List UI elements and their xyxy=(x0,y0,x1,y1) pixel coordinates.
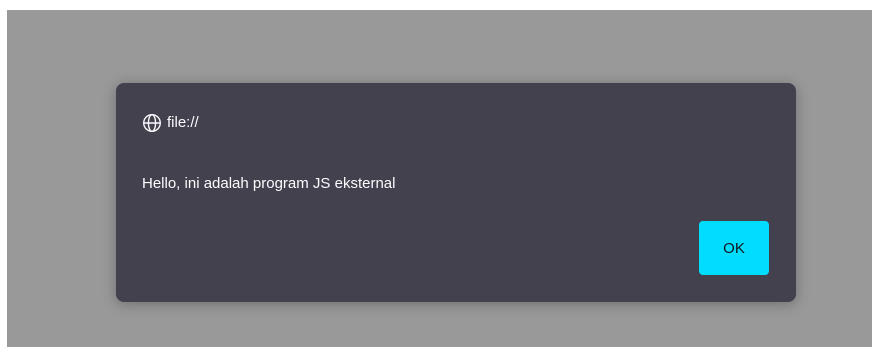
globe-icon xyxy=(142,113,162,133)
alert-dialog: file:// Hello, ini adalah program JS eks… xyxy=(116,83,796,302)
dialog-origin: file:// xyxy=(142,113,199,133)
ok-button[interactable]: OK xyxy=(699,221,769,275)
dialog-message: Hello, ini adalah program JS eksternal xyxy=(142,175,396,192)
dialog-origin-label: file:// xyxy=(167,114,199,131)
